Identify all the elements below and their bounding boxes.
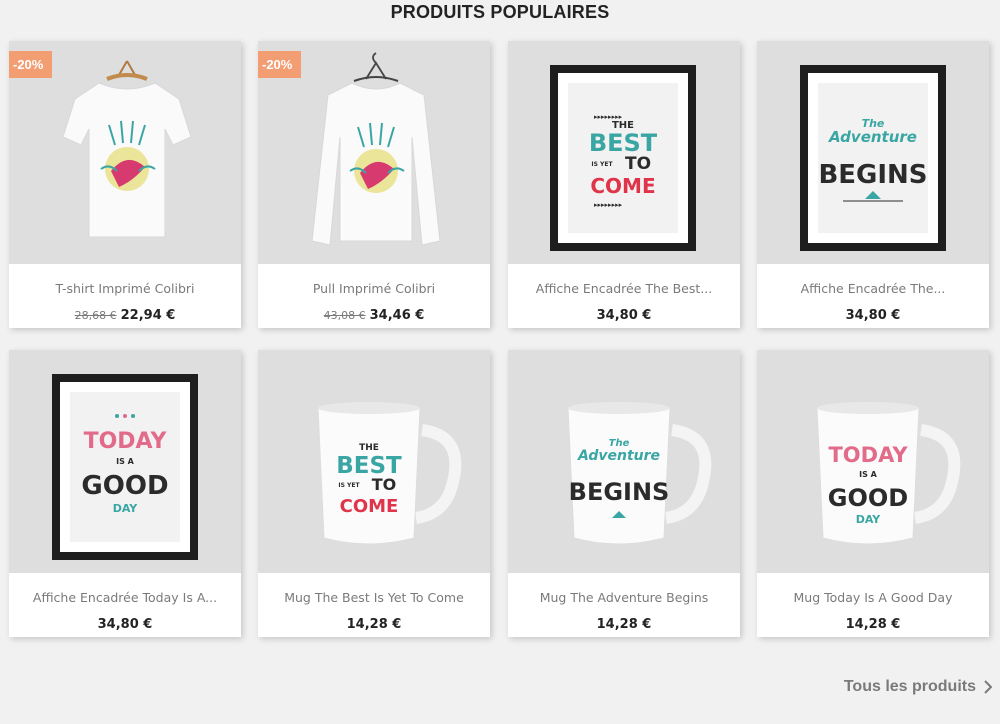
svg-text:▸▸▸▸▸▸▸▸: ▸▸▸▸▸▸▸▸ [594,201,623,209]
product-price: 14,28 € [596,617,652,632]
svg-text:DAY: DAY [856,513,882,526]
product-image[interactable]: THE BEST IS YET TO COME [258,350,490,573]
product-card-mug-best[interactable]: THE BEST IS YET TO COME Mug The Best Is … [258,350,490,637]
svg-text:IS A: IS A [116,457,135,466]
product-image[interactable]: TODAY IS A GOOD DAY [9,350,241,573]
svg-text:DAY: DAY [113,502,139,515]
product-name[interactable]: Affiche Encadrée The Best... [514,281,734,296]
svg-text:IS YET: IS YET [591,161,613,168]
product-price: 34,80 € [845,308,901,323]
svg-text:Adventure: Adventure [577,448,660,464]
product-name[interactable]: Mug The Adventure Begins [514,590,734,605]
product-image[interactable]: -20% [9,41,241,264]
product-price: 14,28 € [346,617,402,632]
product-image[interactable]: The Adventure BEGINS [757,41,989,264]
regular-price: 43,08 € [323,309,366,322]
product-price: 34,46 € [369,308,425,323]
svg-text:IS A: IS A [859,470,878,479]
product-price-group: 34,80 € [757,304,989,323]
svg-text:IS YET: IS YET [338,482,360,489]
product-price-group: 14,28 € [757,613,989,632]
product-image[interactable]: -20% [258,41,490,264]
product-name[interactable]: Mug The Best Is Yet To Come [264,590,484,605]
product-card-sweater[interactable]: -20% Pull Imprimé Colibri 43,08 €34,46 € [258,41,490,328]
product-name[interactable]: T-shirt Imprimé Colibri [15,281,235,296]
svg-text:TODAY: TODAY [828,443,908,467]
product-name[interactable]: Affiche Encadrée Today Is A... [15,590,235,605]
all-products-link[interactable]: Tous les produits [844,678,992,696]
product-card-mug-today[interactable]: TODAY IS A GOOD DAY Mug Today Is A Good … [757,350,989,637]
product-price: 14,28 € [845,617,901,632]
product-card-mug-adventure[interactable]: The Adventure BEGINS Mug The Adventure B… [508,350,740,637]
product-image[interactable]: ▸▸▸▸▸▸▸▸ THE BEST IS YET TO COME ▸▸▸▸▸▸▸… [508,41,740,264]
product-image[interactable]: The Adventure BEGINS [508,350,740,573]
product-price: 34,80 € [97,617,153,632]
svg-text:THE: THE [359,443,379,453]
svg-text:GOOD: GOOD [828,484,908,512]
svg-text:Adventure: Adventure [828,128,917,146]
discount-badge: -20% [258,51,302,78]
product-card-poster-adventure[interactable]: The Adventure BEGINS Affiche Encadrée Th… [757,41,989,328]
product-card-poster-best[interactable]: ▸▸▸▸▸▸▸▸ THE BEST IS YET TO COME ▸▸▸▸▸▸▸… [508,41,740,328]
svg-text:BEGINS: BEGINS [818,160,927,190]
svg-text:TO: TO [372,475,397,494]
product-name[interactable]: Pull Imprimé Colibri [264,281,484,296]
product-price-group: 14,28 € [258,613,490,632]
product-price-group: 34,80 € [9,613,241,632]
svg-text:BEGINS: BEGINS [569,478,670,506]
product-price-group: 28,68 €22,94 € [9,304,241,323]
product-card-poster-today[interactable]: TODAY IS A GOOD DAY Affiche Encadrée Tod… [9,350,241,637]
svg-text:TO: TO [625,154,651,174]
product-price-group: 43,08 €34,46 € [258,304,490,323]
svg-text:COME: COME [590,174,655,198]
section-title: PRODUITS POPULAIRES [390,2,610,22]
product-price: 22,94 € [120,308,176,323]
svg-text:GOOD: GOOD [81,471,168,501]
product-price-group: 14,28 € [508,613,740,632]
svg-text:TODAY: TODAY [84,429,168,454]
product-name[interactable]: Mug Today Is A Good Day [763,590,983,605]
chevron-right-icon [984,680,992,694]
all-products-label: Tous les produits [843,678,976,695]
product-image[interactable]: TODAY IS A GOOD DAY [757,350,989,573]
product-card-tshirt[interactable]: -20% T-shirt Imprimé Colibri 28,68 €22,9… [9,41,241,328]
discount-badge: -20% [9,51,53,78]
product-price-group: 34,80 € [508,304,740,323]
product-name[interactable]: Affiche Encadrée The... [763,281,983,296]
svg-text:COME: COME [340,496,399,517]
svg-text:BEST: BEST [589,129,658,157]
product-price: 34,80 € [596,308,652,323]
regular-price: 28,68 € [74,309,117,322]
